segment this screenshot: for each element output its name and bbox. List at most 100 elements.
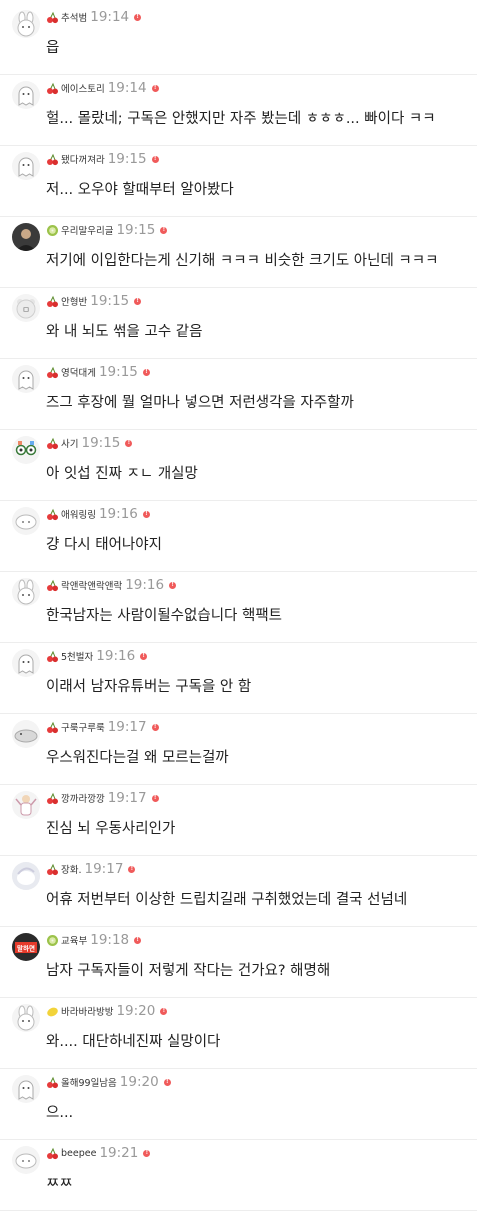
comment-meta: 교육부 19:18! (46, 931, 142, 949)
ghost-avatar-icon[interactable] (12, 152, 40, 180)
timestamp: 19:20 (119, 1074, 159, 1090)
comment-meta: 애워링링 19:16! (46, 505, 150, 523)
comment-text: 와.... 대단하네진짜 실망이다 (46, 1034, 221, 1050)
ghost-avatar-icon[interactable] (12, 1075, 40, 1103)
cherry-icon (46, 153, 59, 166)
cherry-icon (46, 863, 59, 876)
cloud-avatar-icon[interactable] (12, 1146, 40, 1174)
comment-meta: 올해99일남음 19:20! (46, 1073, 171, 1091)
timestamp: 19:20 (116, 1003, 156, 1019)
report-icon[interactable]: ! (134, 297, 142, 305)
username[interactable]: 에이스토리 (61, 81, 105, 95)
comment-row: 애워링링 19:16! 걍 다시 태어나야지 (0, 501, 477, 572)
username[interactable]: 영덕대게 (61, 365, 96, 379)
report-icon[interactable]: ! (140, 652, 148, 660)
timestamp: 19:15 (90, 293, 130, 309)
username[interactable]: 5천벌자 (61, 649, 93, 663)
username[interactable]: 장화. (61, 862, 82, 876)
bird-avatar-icon[interactable] (12, 862, 40, 890)
bunny-avatar-icon[interactable] (12, 1004, 40, 1032)
comment-text: 와 내 뇌도 썪을 고수 같음 (46, 324, 203, 340)
glasses-avatar-icon[interactable] (12, 436, 40, 464)
comment-text: ㅉㅉ (46, 1176, 73, 1192)
username[interactable]: 우리말우리글 (61, 223, 113, 237)
username[interactable]: 락앤락앤락앤락 (61, 578, 122, 592)
bunny-avatar-icon[interactable] (12, 10, 40, 38)
timestamp: 19:15 (81, 435, 121, 451)
report-icon[interactable]: ! (128, 865, 136, 873)
timestamp: 19:17 (84, 861, 124, 877)
username[interactable]: 안형반 (61, 294, 87, 308)
chat-list: 추석범 19:14! 읍 에이스토리 19:14! 헐... 몰랐네; 구독은 안했지만 … (0, 0, 477, 1211)
report-icon[interactable]: ! (142, 368, 150, 376)
timestamp: 19:14 (107, 80, 147, 96)
comment-row: 우리말우리글 19:15! 저기에 이입한다는게 신기해 ㅋㅋㅋ 비슷한 크기도 아… (0, 217, 477, 288)
report-icon[interactable]: ! (142, 510, 150, 518)
cherry-icon (46, 579, 59, 592)
ghost-avatar-icon[interactable] (12, 365, 40, 393)
comment-text: 저... 오우야 할때부터 알아봤다 (46, 182, 234, 198)
username[interactable]: 사기 (61, 436, 78, 450)
cherry-icon (46, 437, 59, 450)
report-icon[interactable]: ! (151, 155, 159, 163)
cloud-avatar-icon[interactable] (12, 507, 40, 535)
cherry-icon (46, 1147, 59, 1160)
comment-meta: 5천벌자 19:16! (46, 647, 148, 665)
comment-meta: 장화. 19:17! (46, 860, 136, 878)
cherry-icon (46, 792, 59, 805)
ghost-avatar-icon[interactable] (12, 649, 40, 677)
report-icon[interactable]: ! (134, 936, 142, 944)
kiwi-icon (46, 224, 59, 237)
report-icon[interactable]: ! (163, 1078, 171, 1086)
username[interactable]: 추석범 (61, 10, 87, 24)
comment-text: 진심 뇌 우동사리인가 (46, 821, 176, 837)
timestamp: 19:15 (98, 364, 138, 380)
timestamp: 19:16 (125, 577, 165, 593)
report-icon[interactable]: ! (134, 13, 142, 21)
report-icon[interactable]: ! (143, 1149, 151, 1157)
comment-row: 구룩구루룩 19:17! 우스워진다는걸 왜 모르는걸까 (0, 714, 477, 785)
comment-row: 깡까라깡깡 19:17! 진심 뇌 우동사리인가 (0, 785, 477, 856)
label-avatar-icon[interactable]: 말하면 (12, 933, 40, 961)
comment-row: 됐다꺼져라 19:15! 저... 오우야 할때부터 알아봤다 (0, 146, 477, 217)
photo-avatar-icon[interactable] (12, 223, 40, 251)
report-icon[interactable]: ! (151, 84, 159, 92)
comment-meta: 구룩구루룩 19:17! (46, 718, 159, 736)
comment-text: 우스워진다는걸 왜 모르는걸까 (46, 750, 229, 766)
timestamp: 19:14 (90, 9, 130, 25)
username[interactable]: 바라바라방방 (61, 1004, 113, 1018)
figure-avatar-icon[interactable] (12, 791, 40, 819)
report-icon[interactable]: ! (151, 723, 159, 731)
comment-text: 으... (46, 1105, 74, 1121)
report-icon[interactable]: ! (151, 794, 159, 802)
comment-text: 이래서 남자유튜버는 구독을 안 함 (46, 679, 252, 695)
comment-meta: 깡까라깡깡 19:17! (46, 789, 159, 807)
timestamp: 19:15 (107, 151, 147, 167)
comment-meta: 바라바라방방 19:20! (46, 1002, 168, 1020)
report-icon[interactable]: ! (125, 439, 133, 447)
comment-meta: 안형반 19:15! (46, 292, 142, 310)
username[interactable]: 됐다꺼져라 (61, 152, 105, 166)
username[interactable]: 올해99일남음 (61, 1075, 117, 1089)
comment-row: 바라바라방방 19:20! 와.... 대단하네진짜 실망이다 (0, 998, 477, 1069)
comment-row: 에이스토리 19:14! 헐... 몰랐네; 구독은 안했지만 자주 봤는데 ㅎㅎㅎ… (0, 75, 477, 146)
comment-text: 한국남자는 사람이될수없습니다 핵팩트 (46, 608, 282, 624)
username[interactable]: 교육부 (61, 933, 87, 947)
svg-text:말하면: 말하면 (17, 944, 35, 953)
comment-text: 어휴 저번부터 이상한 드립치길래 구취했었는데 결국 선넘네 (46, 892, 408, 908)
comment-row: 장화. 19:17! 어휴 저번부터 이상한 드립치길래 구취했었는데 결국 선넘네 (0, 856, 477, 927)
username[interactable]: 구룩구루룩 (61, 720, 105, 734)
bear-avatar-icon[interactable]: ㅁ (12, 294, 40, 322)
lemon-icon (46, 1005, 59, 1018)
username[interactable]: 애워링링 (61, 507, 96, 521)
bunny-avatar-icon[interactable] (12, 578, 40, 606)
ghost-avatar-icon[interactable] (12, 81, 40, 109)
comment-meta: 됐다꺼져라 19:15! (46, 150, 159, 168)
username[interactable]: 깡까라깡깡 (61, 791, 105, 805)
seal-avatar-icon[interactable] (12, 720, 40, 748)
comment-text: 헐... 몰랐네; 구독은 안했지만 자주 봤는데 ㅎㅎㅎ... 빠이다 ㅋㅋ (46, 111, 436, 127)
report-icon[interactable]: ! (169, 581, 177, 589)
report-icon[interactable]: ! (160, 1007, 168, 1015)
username[interactable]: beepee (61, 1148, 96, 1159)
report-icon[interactable]: ! (160, 226, 168, 234)
